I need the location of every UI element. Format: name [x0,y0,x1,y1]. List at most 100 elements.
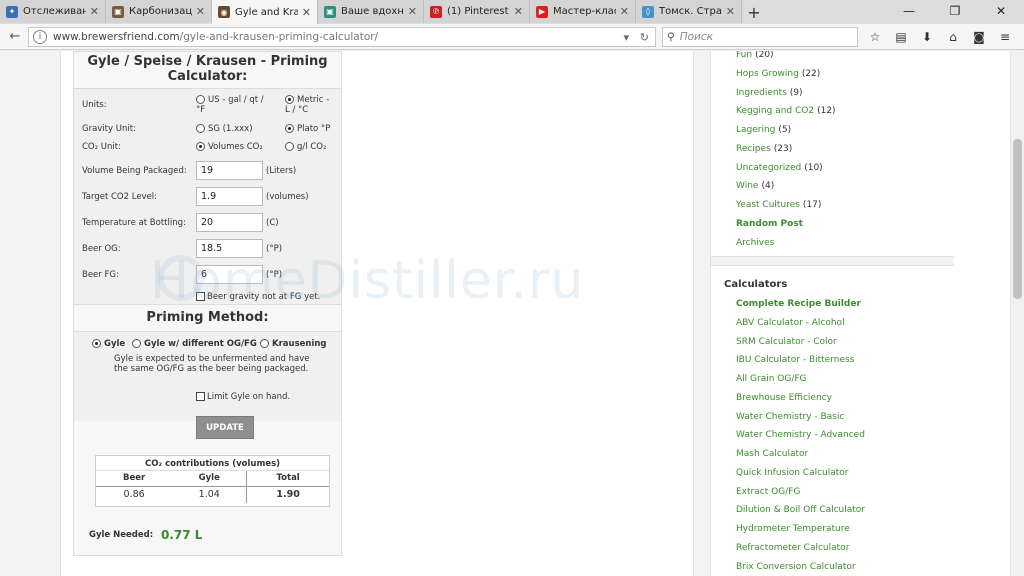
update-button[interactable]: UPDATE [196,416,254,439]
close-tab-icon[interactable]: ✕ [620,5,629,18]
calculator-link[interactable]: Quick Infusion Calculator [736,464,865,483]
gravity-sg-option[interactable]: SG (1.xxx) [196,124,253,134]
calculator-link[interactable]: IBU Calculator - Bitterness [736,351,865,370]
sidebar-category-link[interactable]: Lagering (5) [736,121,836,140]
close-window-icon[interactable]: ✕ [978,0,1024,22]
browser-tab[interactable]: ▶ Мастер-клас... ✕ [530,0,636,23]
sidebar-category-link[interactable]: Fun (20) [736,51,836,65]
limit-gyle-checkbox[interactable] [196,392,205,401]
calculator-link[interactable]: Complete Recipe Builder [736,295,865,314]
col-gyle-header: Gyle [172,471,247,487]
close-tab-icon[interactable]: ✕ [302,6,311,19]
temperature-unit: (C) [266,218,279,228]
category-name: Lagering [736,125,776,135]
calculator-link[interactable]: All Grain OG/FG [736,370,865,389]
radio-method-gyle-different[interactable] [132,339,141,348]
calculator-title: Gyle / Speise / Krausen - Priming Calcul… [87,54,328,84]
radio-units-metric[interactable] [285,95,294,104]
browser-tab[interactable]: ◊ Томск. Стра... ✕ [636,0,742,23]
close-tab-icon[interactable]: ✕ [90,5,99,18]
reload-icon[interactable]: ↻ [640,31,649,44]
new-tab-button[interactable]: + [742,1,766,24]
calculator-link[interactable]: Extract OG/FG [736,483,865,502]
browser-tab[interactable]: ▣ Карбонизац... ✕ [106,0,212,23]
calculator-link[interactable]: Refractometer Calculator [736,539,865,558]
site-info-icon[interactable]: i [33,30,47,44]
calculator-link[interactable]: Mash Calculator [736,445,865,464]
calculator-link[interactable]: ABV Calculator - Alcohol [736,314,865,333]
close-tab-icon[interactable]: ✕ [726,5,735,18]
navigation-bar: ← i www.brewersfriend.com /gyle-and-krau… [0,24,1024,50]
tab-title: (1) Pinterest •... [447,6,510,17]
browser-tab[interactable]: ▣ Ваше вдохно... ✕ [318,0,424,23]
sidebar-category-link[interactable]: Wine (4) [736,177,836,196]
sidebar-category-link[interactable]: Hops Growing (22) [736,65,836,84]
temperature-input[interactable]: 20 [196,213,263,232]
units-us-option[interactable]: US - gal / qt / °F [196,95,274,115]
fg-not-reached-option[interactable]: Beer gravity not at FG yet. [196,292,320,302]
sidebar-category-link[interactable]: Yeast Cultures (17) [736,196,836,215]
tab-favicon-icon: ▶ [536,5,548,18]
tab-favicon-icon: ✦ [6,5,18,18]
sidebar-category-link[interactable]: Ingredients (9) [736,84,836,103]
browser-tab[interactable]: ◉ Gyle and Kra... ✕ [212,0,318,24]
calculator-link[interactable]: Brewhouse Efficiency [736,389,865,408]
browser-tab[interactable]: ✦ Отслеживан... ✕ [0,0,106,23]
calculator-link[interactable]: SRM Calculator - Color [736,333,865,352]
menu-icon[interactable]: ≡ [992,27,1018,47]
radio-co2-gl[interactable] [285,142,294,151]
pocket-icon[interactable]: ◙ [966,27,992,47]
sidebar-category-link[interactable]: Archives [736,234,836,253]
address-bar[interactable]: i www.brewersfriend.com /gyle-and-krause… [28,27,656,47]
limit-gyle-option[interactable]: Limit Gyle on hand. [196,392,290,402]
home-icon[interactable]: ⌂ [940,27,966,47]
calculator-link[interactable]: Water Chemistry - Advanced [736,426,865,445]
units-metric-option[interactable]: Metric - L / °C [285,95,333,115]
volume-input[interactable]: 19 [196,161,263,180]
reading-list-icon[interactable]: ▤ [888,27,914,47]
calculator-link[interactable]: Brix Conversion Calculator [736,558,865,576]
calculator-link[interactable]: Dilution & Boil Off Calculator [736,501,865,520]
method-gyle-different-option[interactable]: Gyle w/ different OG/FG [132,339,257,349]
table-row: 0.86 1.04 1.90 [96,486,329,503]
download-icon[interactable]: ⬇ [914,27,940,47]
page-scrollbar[interactable] [1010,51,1024,576]
method-krausening-option[interactable]: Krausening [260,339,327,349]
radio-co2-volumes[interactable] [196,142,205,151]
minimize-icon[interactable]: — [886,0,932,22]
radio-gravity-plato[interactable] [285,124,294,133]
restore-icon[interactable]: ❐ [932,0,978,22]
close-tab-icon[interactable]: ✕ [514,5,523,18]
sidebar-category-link[interactable]: Uncategorized (10) [736,159,836,178]
search-input[interactable]: ⚲ Поиск [662,27,858,47]
category-list: Fun (20) Hops Growing (22) Ingredients (9) Keg… [736,51,836,252]
beer-fg-unit: (°P) [266,270,283,280]
back-icon[interactable]: ← [4,29,26,44]
calculator-link[interactable]: Hydrometer Temperature [736,520,865,539]
radio-method-krausening[interactable] [260,339,269,348]
beer-fg-input[interactable]: 6 [196,265,263,284]
co2-gl-option[interactable]: g/l CO₂ [285,142,326,152]
radio-units-us[interactable] [196,95,205,104]
sidebar-category-link[interactable]: Kegging and CO2 (12) [736,102,836,121]
beer-og-input[interactable]: 18.5 [196,239,263,258]
gravity-plato-option[interactable]: Plato °P [285,124,330,134]
tab-title: Карбонизац... [129,6,192,17]
co2-volumes-option[interactable]: Volumes CO₂ [196,142,263,152]
scrollbar-thumb[interactable] [1013,139,1022,299]
category-count: (9) [789,87,803,98]
radio-method-gyle[interactable] [92,339,101,348]
calculator-link[interactable]: Water Chemistry - Basic [736,408,865,427]
tab-title: Отслеживан... [23,6,86,17]
method-gyle-option[interactable]: Gyle [92,339,125,349]
dropdown-icon[interactable]: ▾ [623,31,629,44]
category-name: Recipes [736,143,771,154]
radio-gravity-sg[interactable] [196,124,205,133]
browser-tab[interactable]: ℗ (1) Pinterest •... ✕ [424,0,530,23]
sidebar-category-link[interactable]: Random Post [736,215,836,234]
bookmark-star-icon[interactable]: ☆ [862,27,888,47]
close-tab-icon[interactable]: ✕ [408,5,417,18]
target-co2-input[interactable]: 1.9 [196,187,263,206]
sidebar-category-link[interactable]: Recipes (23) [736,140,836,159]
close-tab-icon[interactable]: ✕ [196,5,205,18]
